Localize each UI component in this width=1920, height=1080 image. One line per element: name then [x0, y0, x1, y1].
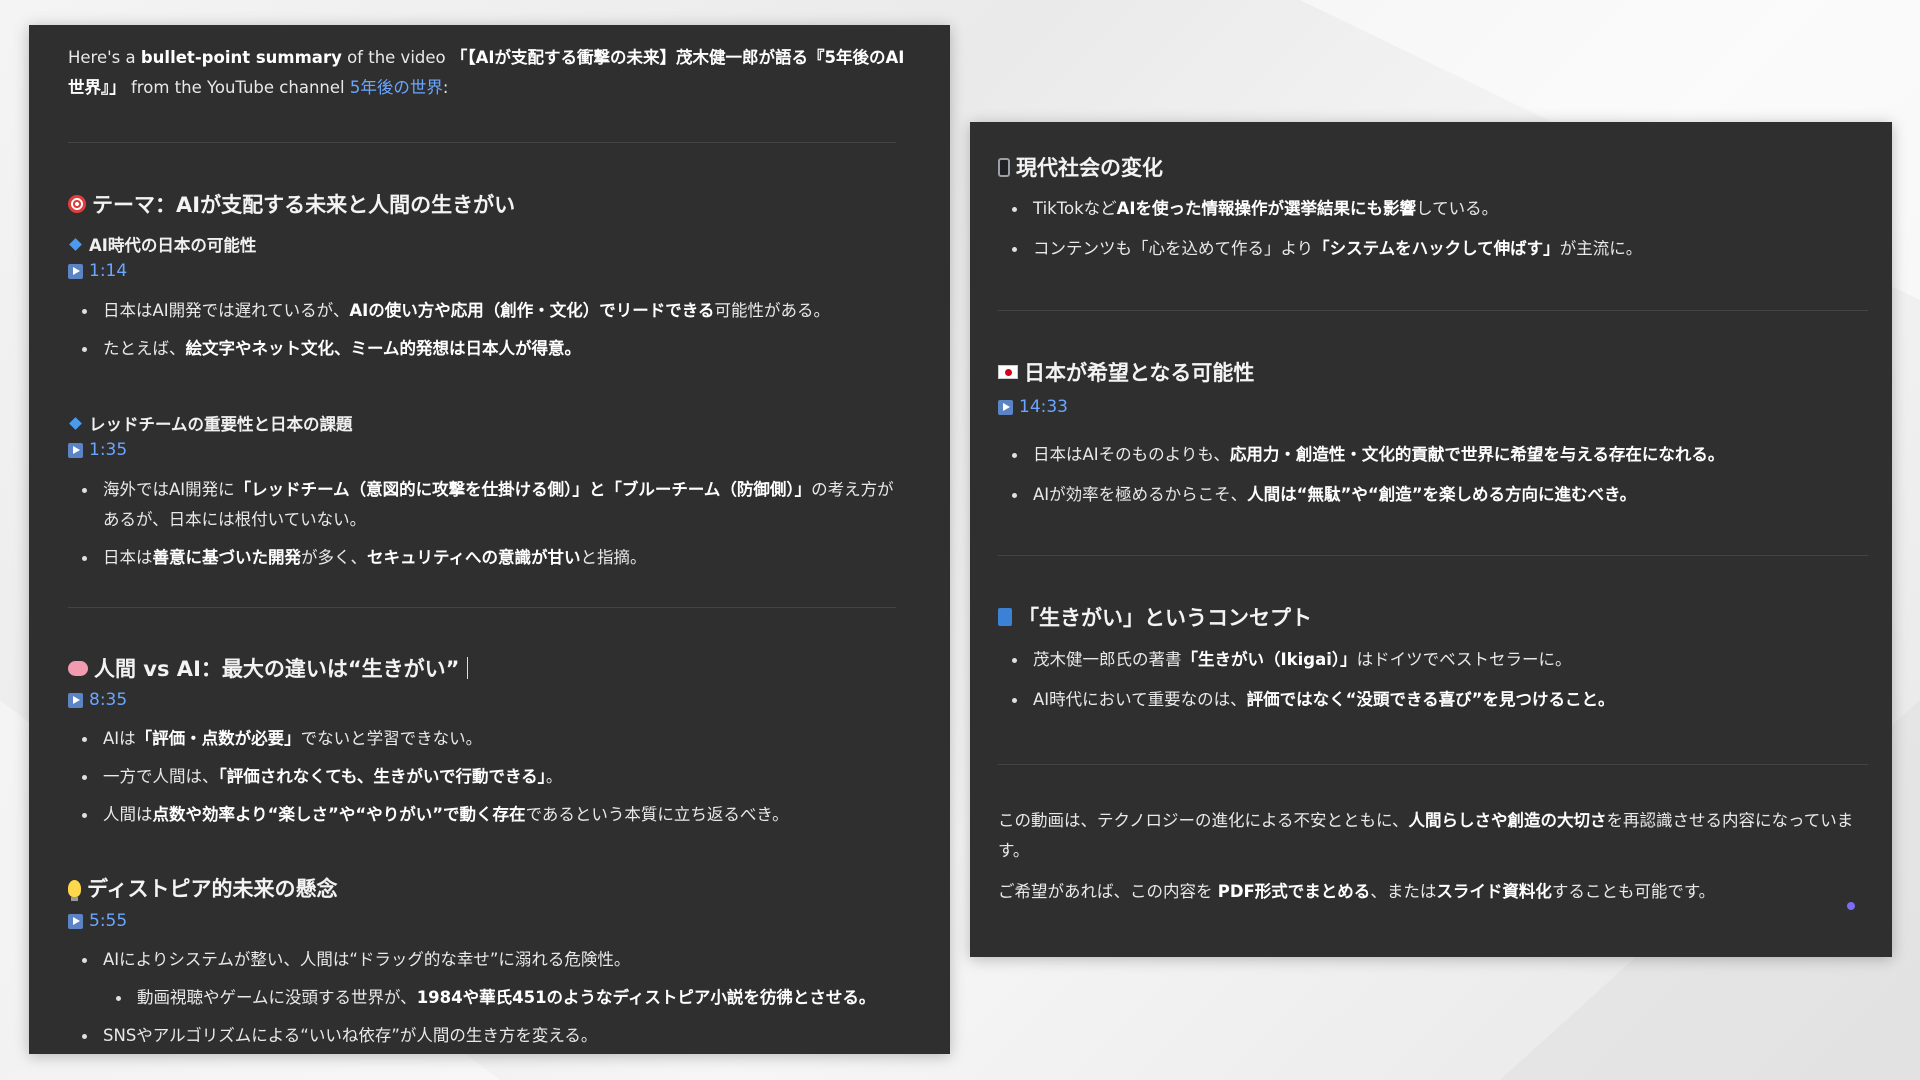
- list-item: SNSやアルゴリズムによる“いいね依存”が人間の生き方を変える。: [68, 1021, 918, 1051]
- bullet-list: TikTokなどAIを使った情報操作が選挙結果にも影響している。 コンテンツも「…: [998, 194, 1858, 264]
- timestamp-link[interactable]: 1:14: [68, 261, 127, 281]
- list-item: TikTokなどAIを使った情報操作が選挙結果にも影響している。: [998, 194, 1858, 224]
- bullet-list: 日本はAIそのものよりも、応用力・創造性・文化的貢献で世界に希望を与える存在にな…: [998, 440, 1868, 510]
- section-title-modern-society: 現代社会の変化: [998, 152, 1163, 182]
- closing-paragraph: この動画は、テクノロジーの進化による不安とともに、人間らしさや創造の大切さを再認…: [998, 811, 1854, 860]
- timestamp-link[interactable]: 14:33: [998, 397, 1068, 417]
- brain-icon: [68, 660, 88, 676]
- subsection-title-japan-ai: AI時代の日本の可能性: [68, 232, 256, 256]
- book-icon: [998, 608, 1012, 626]
- section-title-japan-hope: 日本が希望となる可能性: [998, 357, 1254, 387]
- list-item: 日本は善意に基づいた開発が多く、セキュリティへの意識が甘いと指摘。: [68, 543, 908, 573]
- subsection-title-red-team: レッドチームの重要性と日本の課題: [68, 411, 353, 435]
- intro-paragraph: Here's a bullet-point summary of the vid…: [68, 48, 905, 97]
- play-icon: [68, 442, 83, 458]
- typing-indicator-dot: [1847, 902, 1855, 910]
- list-item: 日本はAI開発では遅れているが、AIの使い方や応用（創作・文化）でリードできる可…: [68, 296, 908, 326]
- bullet-list: 海外ではAI開発に「レッドチーム（意図的に攻撃を仕掛ける側）」と「ブルーチーム（…: [68, 475, 908, 573]
- list-item: たとえば、絵文字やネット文化、ミーム的発想は日本人が得意。: [68, 334, 908, 364]
- list-item: AIが効率を極めるからこそ、人間は“無駄”や“創造”を楽しめる方向に進むべき。: [998, 480, 1868, 510]
- list-item: コンテンツも「心を込めて作る」より「システムをハックして伸ばす」が主流に。: [998, 234, 1858, 264]
- play-icon: [68, 692, 83, 708]
- list-item: 一方で人間は、「評価されなくても、生きがいで行動できる」。: [68, 762, 908, 792]
- offer-paragraph: ご希望があれば、この内容を PDF形式でまとめる、またはスライド資料化することも…: [998, 882, 1716, 901]
- bullet-list: AIによりシステムが整い、人間は“ドラッグ的な幸せ”に溺れる危険性。 動画視聴や…: [68, 945, 918, 1051]
- diamond-icon: [69, 237, 82, 251]
- channel-link[interactable]: 5年後の世界: [350, 78, 443, 97]
- divider: [68, 607, 896, 608]
- text-cursor: [467, 657, 469, 679]
- target-icon: [68, 195, 86, 213]
- bullet-list: 茂木健一郎氏の著書「生きがい（Ikigai）」はドイツでベストセラーに。 AI時…: [998, 645, 1868, 715]
- divider: [998, 310, 1868, 311]
- bullet-list: 日本はAI開発では遅れているが、AIの使い方や応用（創作・文化）でリードできる可…: [68, 296, 908, 364]
- list-item: 人間は点数や効率より“楽しさ”や“やりがい”で動く存在であるという本質に立ち返る…: [68, 800, 908, 830]
- section-title-human-vs-ai: 人間 vs AI：最大の違いは“生きがい”: [68, 653, 469, 683]
- bullet-list: AIは「評価・点数が必要」でないと学習できない。 一方で人間は、「評価されなくて…: [68, 724, 908, 830]
- divider: [998, 555, 1868, 556]
- timestamp-link[interactable]: 5:55: [68, 911, 127, 931]
- japan-flag-icon: [998, 365, 1018, 379]
- diamond-icon: [69, 416, 82, 430]
- lightbulb-icon: [68, 879, 81, 901]
- list-item: 海外ではAI開発に「レッドチーム（意図的に攻撃を仕掛ける側）」と「ブルーチーム（…: [68, 475, 908, 535]
- play-icon: [68, 263, 83, 279]
- timestamp-link[interactable]: 1:35: [68, 440, 127, 460]
- list-item: AIは「評価・点数が必要」でないと学習できない。: [68, 724, 908, 754]
- play-icon: [998, 399, 1013, 415]
- play-icon: [68, 913, 83, 929]
- list-item: 動画視聴やゲームに没頭する世界が、1984や華氏451のようなディストピア小説を…: [68, 983, 918, 1013]
- divider: [998, 764, 1868, 765]
- divider: [68, 142, 896, 143]
- right-summary-panel: 現代社会の変化 TikTokなどAIを使った情報操作が選挙結果にも影響している。…: [970, 122, 1892, 957]
- list-item: 日本はAIそのものよりも、応用力・創造性・文化的貢献で世界に希望を与える存在にな…: [998, 440, 1868, 470]
- list-item: 茂木健一郎氏の著書「生きがい（Ikigai）」はドイツでベストセラーに。: [998, 645, 1868, 675]
- section-title-ikigai: 「生きがい」というコンセプト: [998, 602, 1312, 632]
- timestamp-link[interactable]: 8:35: [68, 690, 127, 710]
- left-summary-panel: Here's a bullet-point summary of the vid…: [29, 25, 950, 1054]
- phone-icon: [998, 157, 1010, 177]
- list-item: AIによりシステムが整い、人間は“ドラッグ的な幸せ”に溺れる危険性。: [68, 945, 918, 975]
- section-title-dystopia: ディストピア的未来の懸念: [68, 873, 338, 903]
- section-title-theme: テーマ：AIが支配する未来と人間の生きがい: [68, 189, 515, 219]
- list-item: AI時代において重要なのは、評価ではなく“没頭できる喜び”を見つけること。: [998, 685, 1868, 715]
